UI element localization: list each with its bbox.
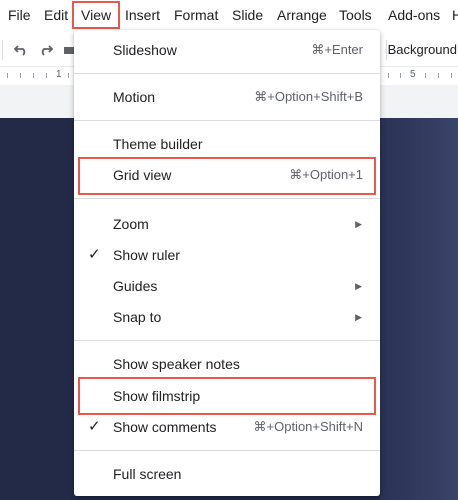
ruler-tick xyxy=(46,73,47,78)
menu-item-guides[interactable]: Guides ▶ xyxy=(74,271,380,301)
menu-slide[interactable]: Slide xyxy=(232,0,263,30)
menu-format[interactable]: Format xyxy=(174,0,218,30)
menu-item-shortcut: ⌘+Enter xyxy=(311,42,363,57)
submenu-arrow-icon: ▶ xyxy=(355,312,362,322)
menu-item-zoom[interactable]: Zoom ▶ xyxy=(74,209,380,239)
toolbar-divider xyxy=(2,40,3,60)
ruler-tick xyxy=(7,73,8,78)
menu-item-full-screen[interactable]: Full screen xyxy=(74,459,380,489)
menu-add-ons[interactable]: Add-ons xyxy=(388,0,440,30)
background-button[interactable]: Background xyxy=(388,36,457,64)
menu-arrange[interactable]: Arrange xyxy=(277,0,327,30)
menu-item-label: Full screen xyxy=(113,466,182,482)
view-menu-highlight xyxy=(72,1,120,29)
menu-item-label: Theme builder xyxy=(113,136,203,152)
ruler-tick xyxy=(388,73,389,78)
menu-item-label: Slideshow xyxy=(113,42,177,58)
menu-divider xyxy=(74,198,380,199)
show-filmstrip-highlight xyxy=(78,377,376,415)
menu-item-label: Snap to xyxy=(113,309,162,325)
ruler-tick xyxy=(33,73,34,78)
submenu-arrow-icon: ▶ xyxy=(355,281,362,291)
menu-divider xyxy=(74,120,380,121)
redo-icon[interactable] xyxy=(38,36,54,64)
ruler-tick xyxy=(425,73,426,78)
menu-edit[interactable]: Edit xyxy=(44,0,68,30)
ruler-tick xyxy=(20,73,21,78)
menu-item-label: Motion xyxy=(113,89,156,105)
menu-item-snap-to[interactable]: Snap to ▶ xyxy=(74,302,380,332)
checkmark-icon: ✓ xyxy=(88,418,101,435)
ruler-tick xyxy=(438,73,439,78)
menu-divider xyxy=(74,450,380,451)
menu-item-shortcut: ⌘+Option+Shift+N xyxy=(253,419,363,434)
slide-gradient xyxy=(380,118,458,500)
menu-bar: File Edit View Insert Format Slide Arran… xyxy=(0,0,458,30)
menu-item-label: Show speaker notes xyxy=(113,356,240,372)
grid-view-highlight xyxy=(78,157,376,195)
menu-divider xyxy=(74,340,380,341)
menu-help[interactable]: H xyxy=(452,0,458,30)
menu-item-label: Guides xyxy=(113,278,158,294)
checkmark-icon: ✓ xyxy=(88,246,101,263)
menu-item-shortcut: ⌘+Option+Shift+B xyxy=(254,89,363,104)
undo-icon[interactable] xyxy=(13,36,29,64)
ruler-number: 1 xyxy=(56,69,62,80)
menu-item-show-speaker-notes[interactable]: Show speaker notes xyxy=(74,349,380,379)
menu-item-motion[interactable]: Motion ⌘+Option+Shift+B xyxy=(74,82,380,112)
menu-item-show-comments[interactable]: ✓ Show comments ⌘+Option+Shift+N xyxy=(74,412,380,442)
menu-item-show-ruler[interactable]: ✓ Show ruler xyxy=(74,240,380,270)
ruler-tick xyxy=(400,73,401,78)
menu-item-label: Show comments xyxy=(113,419,217,435)
ruler-tick xyxy=(68,73,69,78)
menu-item-theme-builder[interactable]: Theme builder xyxy=(74,129,380,159)
menu-insert[interactable]: Insert xyxy=(125,0,160,30)
menu-tools[interactable]: Tools xyxy=(339,0,372,30)
ruler-number: 5 xyxy=(410,69,416,80)
menu-item-label: Show ruler xyxy=(113,247,180,263)
view-menu-dropdown: Slideshow ⌘+Enter Motion ⌘+Option+Shift+… xyxy=(74,30,380,496)
print-icon[interactable] xyxy=(64,36,74,64)
menu-item-label: Zoom xyxy=(113,216,149,232)
menu-divider xyxy=(74,73,380,74)
ruler-tick xyxy=(451,73,452,78)
menu-file[interactable]: File xyxy=(8,0,31,30)
menu-item-slideshow[interactable]: Slideshow ⌘+Enter xyxy=(74,35,380,65)
submenu-arrow-icon: ▶ xyxy=(355,219,362,229)
